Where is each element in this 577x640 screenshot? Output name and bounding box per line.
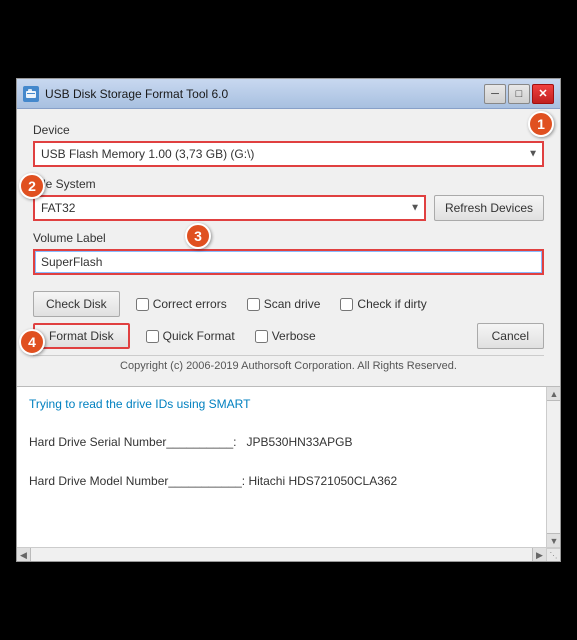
window-title: USB Disk Storage Format Tool 6.0: [45, 87, 484, 101]
refresh-devices-button[interactable]: Refresh Devices: [434, 195, 544, 221]
device-row: USB Flash Memory 1.00 (3,73 GB) (G:\) ▼: [33, 141, 544, 167]
quick-format-label[interactable]: Quick Format: [163, 329, 235, 343]
scroll-track: [547, 401, 560, 533]
correct-errors-label[interactable]: Correct errors: [153, 297, 227, 311]
check-if-dirty-checkbox[interactable]: [340, 298, 353, 311]
device-select[interactable]: USB Flash Memory 1.00 (3,73 GB) (G:\): [33, 141, 544, 167]
vertical-scrollbar[interactable]: ▲ ▼: [546, 387, 560, 547]
correct-errors-group: Correct errors: [136, 297, 227, 311]
volume-label-input[interactable]: [33, 249, 544, 275]
app-icon: [23, 86, 39, 102]
quick-format-checkbox[interactable]: [146, 330, 159, 343]
filesystem-select[interactable]: FAT32 NTFS FAT exFAT: [33, 195, 426, 221]
check-if-dirty-label[interactable]: Check if dirty: [357, 297, 426, 311]
log-line-2: [29, 414, 534, 433]
filesystem-row: FAT32 NTFS FAT exFAT ▼ Refresh Devices: [33, 195, 544, 221]
window-controls: ─ □ ✕: [484, 84, 554, 104]
verbose-label[interactable]: Verbose: [272, 329, 316, 343]
quick-format-group: Quick Format: [146, 329, 235, 343]
maximize-button[interactable]: □: [508, 84, 530, 104]
scroll-up-button[interactable]: ▲: [547, 387, 560, 401]
scroll-left-button[interactable]: ◀: [17, 548, 31, 561]
check-disk-button[interactable]: Check Disk: [33, 291, 120, 317]
log-container: Trying to read the drive IDs using SMART…: [17, 387, 560, 547]
correct-errors-checkbox[interactable]: [136, 298, 149, 311]
horizontal-scrollbar-row: ◀ ▶ ⋱: [17, 547, 560, 561]
badge-4: 4: [19, 329, 45, 355]
badge-3: 3: [185, 223, 211, 249]
filesystem-section: 2 File System FAT32 NTFS FAT exFAT ▼ Ref…: [33, 177, 544, 221]
device-label: Device: [33, 123, 544, 137]
log-line-5: Hard Drive Model Number___________: Hita…: [29, 472, 534, 491]
scan-drive-checkbox[interactable]: [247, 298, 260, 311]
close-button[interactable]: ✕: [532, 84, 554, 104]
log-area: Trying to read the drive IDs using SMART…: [17, 386, 560, 561]
cancel-button[interactable]: Cancel: [477, 323, 544, 349]
main-window: USB Disk Storage Format Tool 6.0 ─ □ ✕ 1…: [16, 78, 561, 562]
check-if-dirty-group: Check if dirty: [340, 297, 426, 311]
log-line-1: Trying to read the drive IDs using SMART: [29, 395, 534, 414]
badge-2: 2: [19, 173, 45, 199]
log-line-3: Hard Drive Serial Number__________: JPB5…: [29, 433, 534, 452]
filesystem-select-wrap: FAT32 NTFS FAT exFAT ▼: [33, 195, 426, 221]
title-bar: USB Disk Storage Format Tool 6.0 ─ □ ✕: [17, 79, 560, 109]
badge-1: 1: [528, 111, 554, 137]
minimize-button[interactable]: ─: [484, 84, 506, 104]
scroll-down-button[interactable]: ▼: [547, 533, 560, 547]
scroll-corner: ⋱: [546, 548, 560, 561]
log-scroll[interactable]: Trying to read the drive IDs using SMART…: [17, 387, 546, 547]
filesystem-label: File System: [33, 177, 544, 191]
copyright: Copyright (c) 2006-2019 Authorsoft Corpo…: [33, 355, 544, 378]
verbose-group: Verbose: [255, 329, 316, 343]
format-row: Format Disk Quick Format Verbose Cancel: [33, 323, 544, 349]
device-section: 1 Device USB Flash Memory 1.00 (3,73 GB)…: [33, 123, 544, 167]
log-line-4: [29, 453, 534, 472]
scan-drive-label[interactable]: Scan drive: [264, 297, 321, 311]
hscroll-track[interactable]: [31, 548, 532, 561]
verbose-checkbox[interactable]: [255, 330, 268, 343]
volume-section: 3 Volume Label: [33, 231, 544, 285]
check-disk-row: Check Disk Correct errors Scan drive Che…: [33, 291, 544, 317]
format-disk-button[interactable]: Format Disk: [33, 323, 130, 349]
format-section: 4 Format Disk Quick Format Verbose Cance…: [33, 323, 544, 349]
scroll-right-button[interactable]: ▶: [532, 548, 546, 561]
volume-label: Volume Label: [33, 231, 544, 245]
scan-drive-group: Scan drive: [247, 297, 321, 311]
content-area: 1 Device USB Flash Memory 1.00 (3,73 GB)…: [17, 109, 560, 386]
